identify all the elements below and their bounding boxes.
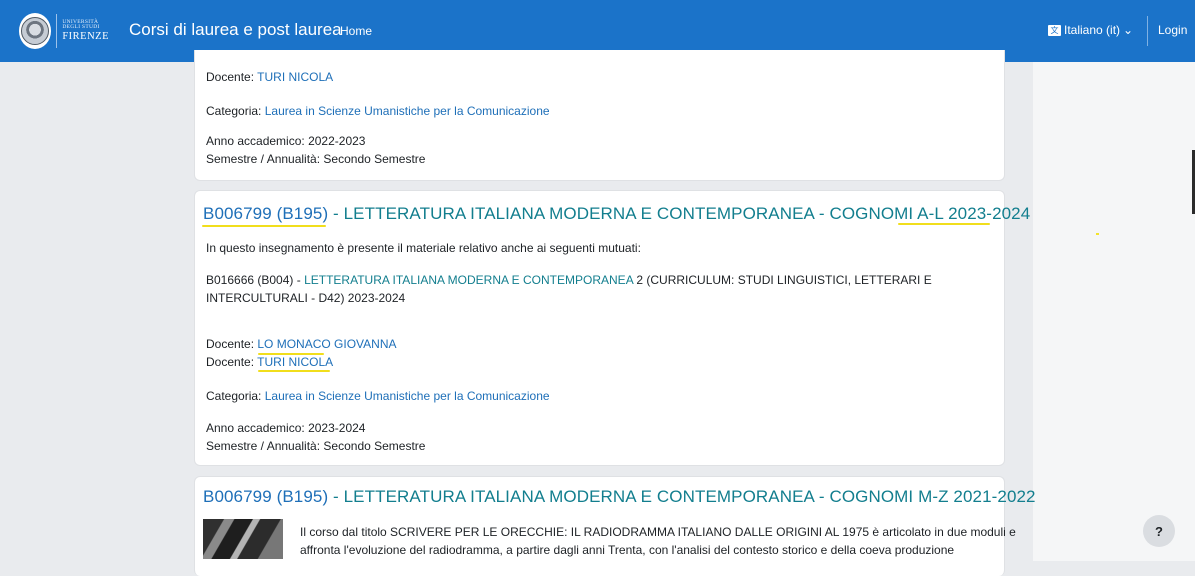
course-title[interactable]: B006799 (B195) - LETTERATURA ITALIANA MO… <box>203 487 1036 507</box>
categoria-label: Categoria: <box>206 389 262 403</box>
right-side-area <box>1033 62 1195 561</box>
course-title[interactable]: B006799 (B195) - LETTERATURA ITALIANA MO… <box>203 204 1030 224</box>
course-code: B006799 (B195) <box>203 487 329 506</box>
course-thumbnail[interactable] <box>203 519 283 559</box>
semestre-value: Secondo Semestre <box>323 152 426 166</box>
categoria-row: Categoria: Laurea in Scienze Umanistiche… <box>206 389 550 403</box>
navbar-divider <box>1147 16 1148 46</box>
course-code: B006799 (B195) <box>203 204 329 223</box>
categoria-link[interactable]: Laurea in Scienze Umanistiche per la Com… <box>265 104 550 118</box>
chevron-down-icon: ⌄ <box>1123 23 1134 37</box>
highlight-mark <box>898 223 990 225</box>
docente-row: Docente: TURI NICOLA <box>206 70 333 84</box>
docente-link[interactable]: TURI NICOLA <box>257 70 333 84</box>
mutuato-link[interactable]: LETTERATURA ITALIANA MODERNA E CONTEMPOR… <box>304 273 633 287</box>
mutuati-intro: In questo insegnamento è presente il mat… <box>206 241 641 255</box>
course-name: - LETTERATURA ITALIANA MODERNA E CONTEMP… <box>328 487 1036 506</box>
anno-row: Anno accademico: 2022-2023 <box>206 134 365 148</box>
docente-row: Docente: LO MONACO GIOVANNA <box>206 337 397 351</box>
semestre-label: Semestre / Annualità: <box>206 439 321 453</box>
language-icon: 文 <box>1048 24 1061 36</box>
university-seal-icon <box>19 13 52 49</box>
university-name: UNIVERSITÀ DEGLI STUDI FIRENZE <box>62 18 109 42</box>
mutuato-rest: 2 (CURRICULUM: STUDI LINGUISTICI, LETTER… <box>633 273 932 287</box>
course-description: Il corso dal titolo SCRIVERE PER LE OREC… <box>300 525 1016 539</box>
semestre-value: Secondo Semestre <box>323 439 426 453</box>
categoria-row: Categoria: Laurea in Scienze Umanistiche… <box>206 104 550 118</box>
docente-link[interactable]: TURI NICOLA <box>257 355 333 369</box>
highlight-mark <box>258 370 330 372</box>
anno-label: Anno accademico: <box>206 421 305 435</box>
highlight-mark <box>1096 233 1099 235</box>
semestre-row: Semestre / Annualità: Secondo Semestre <box>206 439 425 453</box>
university-logo[interactable]: UNIVERSITÀ DEGLI STUDI FIRENZE <box>19 12 109 50</box>
course-card: B006799 (B195) - LETTERATURA ITALIANA MO… <box>194 190 1030 466</box>
docente-label: Docente: <box>206 355 255 369</box>
course-name: - LETTERATURA ITALIANA MODERNA E CONTEMP… <box>328 204 1031 223</box>
highlight-mark <box>202 225 326 227</box>
anno-row: Anno accademico: 2023-2024 <box>206 421 365 435</box>
docente-label: Docente: <box>206 70 255 84</box>
course-description: affronta l'evoluzione del radiodramma, a… <box>300 543 955 557</box>
categoria-label: Categoria: <box>206 104 262 118</box>
language-menu[interactable]: 文 Italiano (it) ⌄ <box>1048 23 1133 37</box>
nav-home-label: Home <box>340 24 373 38</box>
login-link[interactable]: Login <box>1158 23 1187 37</box>
mutuato-row-cont: INTERCULTURALI - D42) 2023-2024 <box>206 291 406 305</box>
help-button[interactable]: ? <box>1143 515 1175 547</box>
course-card: B006799 (B195) - LETTERATURA ITALIANA MO… <box>194 476 1036 576</box>
anno-value: 2023-2024 <box>308 421 366 435</box>
categoria-link[interactable]: Laurea in Scienze Umanistiche per la Com… <box>265 389 550 403</box>
docente-label: Docente: <box>206 337 255 351</box>
semestre-label: Semestre / Annualità: <box>206 152 321 166</box>
docente-link[interactable]: LO MONACO GIOVANNA <box>257 337 396 351</box>
site-title[interactable]: Corsi di laurea e post laurea <box>129 20 342 40</box>
mutuato-row: B016666 (B004) - LETTERATURA ITALIANA MO… <box>206 273 932 287</box>
course-card: Docente: TURI NICOLA Categoria: Laurea i… <box>194 50 1005 181</box>
anno-value: 2022-2023 <box>308 134 366 148</box>
anno-label: Anno accademico: <box>206 134 305 148</box>
language-label: Italiano (it) <box>1064 23 1121 37</box>
mutuato-code: B016666 (B004) - <box>206 273 301 287</box>
semestre-row: Semestre / Annualità: Secondo Semestre <box>206 152 425 166</box>
docente-row: Docente: TURI NICOLA <box>206 355 333 369</box>
